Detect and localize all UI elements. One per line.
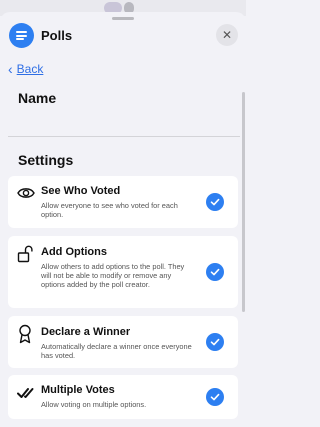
back-label: Back	[16, 62, 44, 76]
setting-description: Allow voting on multiple options.	[41, 400, 147, 409]
scrollbar[interactable]	[242, 92, 245, 312]
close-icon: ✕	[221, 28, 233, 42]
modal-sheet: Polls ✕ ‹ Back Name Settings See Who Vot…	[0, 12, 246, 427]
name-section-title: Name	[18, 90, 57, 106]
check-icon	[210, 268, 220, 276]
header: Polls ✕	[0, 22, 246, 50]
setting-description: Automatically declare a winner once ever…	[41, 342, 192, 360]
chevron-left-icon: ‹	[8, 61, 13, 77]
sheet-grabber[interactable]	[112, 17, 134, 20]
name-input[interactable]	[8, 110, 240, 137]
back-button[interactable]: ‹ Back	[8, 61, 43, 77]
setting-description: Allow others to add options to the poll.…	[41, 262, 185, 289]
list-icon	[9, 23, 34, 48]
close-button[interactable]: ✕	[216, 24, 238, 46]
setting-title: Multiple Votes	[41, 384, 115, 396]
unlock-icon	[17, 245, 33, 263]
checkmark-toggle[interactable]	[206, 388, 224, 406]
eye-icon	[17, 188, 35, 198]
setting-add-options[interactable]: Add Options Allow others to add options …	[8, 236, 238, 308]
app-title: Polls	[41, 28, 73, 43]
setting-title: See Who Voted	[41, 185, 121, 197]
checkmark-toggle[interactable]	[206, 263, 224, 281]
setting-multiple-votes[interactable]: Multiple Votes Allow voting on multiple …	[8, 375, 238, 419]
award-icon	[19, 324, 31, 344]
setting-description: Allow everyone to see who voted for each…	[41, 201, 178, 219]
checkmark-toggle[interactable]	[206, 193, 224, 211]
checkmark-toggle[interactable]	[206, 333, 224, 351]
check-icon	[210, 198, 220, 206]
setting-see-who-voted[interactable]: See Who Voted Allow everyone to see who …	[8, 176, 238, 228]
settings-section-title: Settings	[18, 152, 74, 168]
check-icon	[210, 338, 220, 346]
double-check-icon	[17, 388, 34, 398]
setting-declare-winner[interactable]: Declare a Winner Automatically declare a…	[8, 316, 238, 368]
setting-title: Add Options	[41, 246, 107, 258]
check-icon	[210, 393, 220, 401]
poll-settings-screen: Polls ✕ ‹ Back Name Settings See Who Vot…	[0, 0, 246, 427]
setting-title: Declare a Winner	[41, 326, 131, 338]
